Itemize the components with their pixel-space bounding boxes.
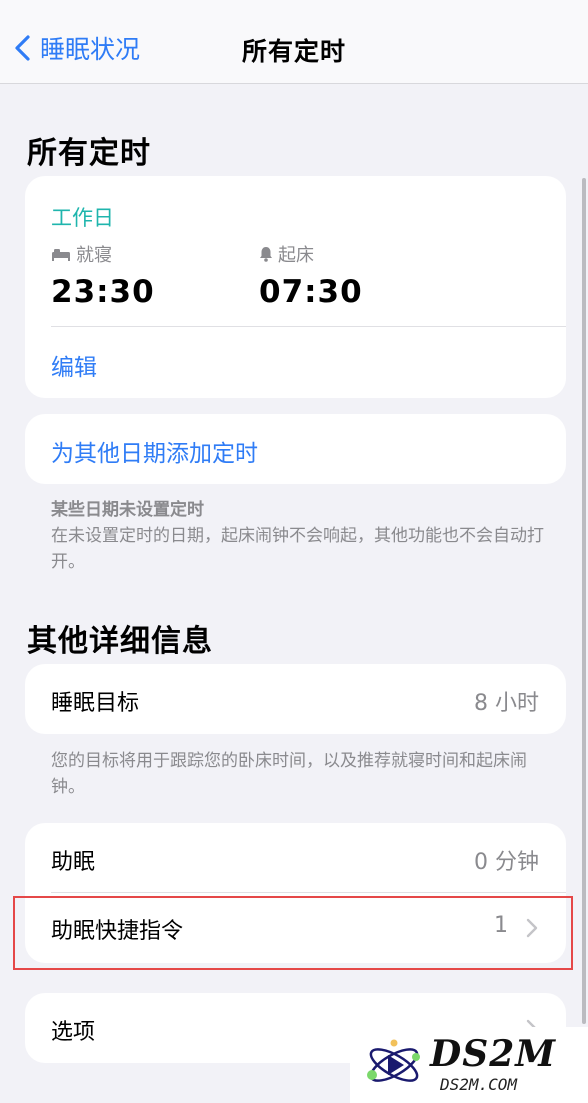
bedtime-label: 就寝 [76, 245, 112, 266]
schedule-card: 工作日 就寝 23:30 起床 07:30 编辑 [25, 176, 566, 398]
navigation-bar: 睡眠状况 所有定时 [0, 0, 588, 84]
bell-icon [260, 247, 272, 262]
highlight-box [13, 896, 573, 970]
atom-logo-icon [367, 1039, 420, 1082]
schedule-days-label: 工作日 [51, 206, 114, 230]
add-schedule-card[interactable]: 为其他日期添加定时 [25, 414, 566, 484]
wake-label-row: 起床 [259, 242, 363, 266]
edit-button[interactable]: 编辑 [51, 348, 97, 382]
watermark: DS2M DS2M.COM [350, 1027, 588, 1103]
sleep-goal-footnote: 您的目标将用于跟踪您的卧床时间，以及推荐就寝时间和起床闹钟。 [51, 751, 527, 797]
wind-down-value: 0 分钟 [474, 850, 539, 875]
sleep-goal-label: 睡眠目标 [51, 691, 140, 716]
wind-down-row[interactable]: 助眠 0 分钟 [25, 823, 566, 892]
wake-block: 起床 07:30 [259, 242, 363, 310]
scrollbar[interactable] [582, 178, 586, 1024]
wake-label: 起床 [278, 245, 314, 266]
footnote-body: 在未设置定时的日期，起床闹钟不会响起，其他功能也不会自动打开。 [51, 526, 544, 572]
schedule-footnote: 某些日期未设置定时 在未设置定时的日期，起床闹钟不会响起，其他功能也不会自动打开… [51, 497, 551, 575]
section-title-schedules: 所有定时 [27, 136, 151, 171]
watermark-brand: DS2M [430, 1033, 557, 1075]
add-schedule-button[interactable]: 为其他日期添加定时 [51, 434, 258, 468]
sleep-goal-value: 8 小时 [474, 691, 539, 716]
options-label: 选项 [51, 1020, 96, 1045]
section-title-details: 其他详细信息 [27, 624, 213, 659]
wind-down-label: 助眠 [51, 850, 96, 875]
bedtime-label-row: 就寝 [51, 242, 155, 266]
bed-icon [52, 249, 70, 261]
card-divider [51, 326, 566, 327]
sleep-goal-row[interactable]: 睡眠目标 8 小时 [25, 664, 566, 734]
bedtime-value: 23:30 [51, 274, 155, 310]
watermark-domain: DS2M.COM [440, 1075, 518, 1094]
bedtime-block: 就寝 23:30 [51, 242, 155, 310]
wake-value: 07:30 [259, 274, 363, 310]
page-title: 所有定时 [241, 37, 346, 66]
footnote-title: 某些日期未设置定时 [51, 500, 204, 520]
